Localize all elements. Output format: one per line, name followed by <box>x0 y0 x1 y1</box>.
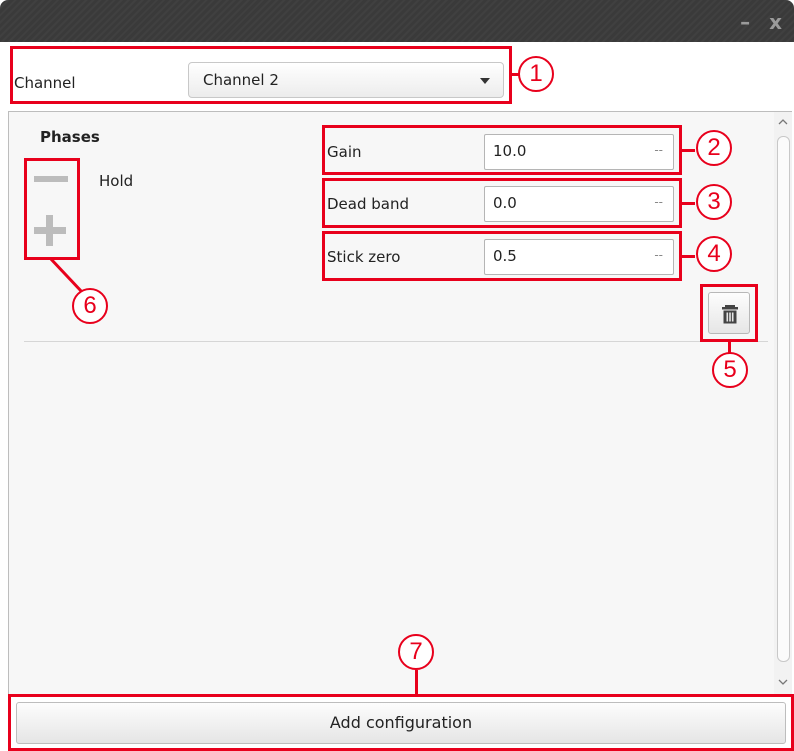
annotation-box-add-configuration <box>8 694 794 751</box>
callout-6: 6 <box>72 288 108 324</box>
leader-line-2 <box>681 149 695 152</box>
scrollbar-thumb[interactable] <box>777 136 790 662</box>
scroll-up-icon[interactable] <box>778 118 788 126</box>
annotation-box-channel <box>10 46 512 104</box>
panel-divider <box>24 341 768 342</box>
callout-5: 5 <box>712 352 748 388</box>
annotation-box-stick-zero <box>322 231 682 281</box>
leader-line-3 <box>681 202 695 205</box>
callout-7: 7 <box>398 634 434 670</box>
callout-4: 4 <box>696 236 732 272</box>
leader-line-4 <box>681 255 695 258</box>
annotation-box-gain <box>322 125 682 175</box>
annotation-box-dead-band <box>322 178 682 228</box>
panel-scrollbar[interactable] <box>774 112 792 694</box>
leader-line-7 <box>415 670 418 696</box>
scroll-down-icon[interactable] <box>778 678 788 686</box>
phases-title: Phases <box>40 128 100 146</box>
callout-1: 1 <box>518 56 554 92</box>
window-controls[interactable]: – x <box>740 10 788 34</box>
annotation-box-phase-buttons <box>24 158 80 260</box>
annotation-box-delete <box>700 284 758 342</box>
callout-2: 2 <box>696 130 732 166</box>
phase-item-hold[interactable]: Hold <box>99 172 133 190</box>
callout-3: 3 <box>696 184 732 220</box>
window-titlebar: – x <box>0 0 794 42</box>
